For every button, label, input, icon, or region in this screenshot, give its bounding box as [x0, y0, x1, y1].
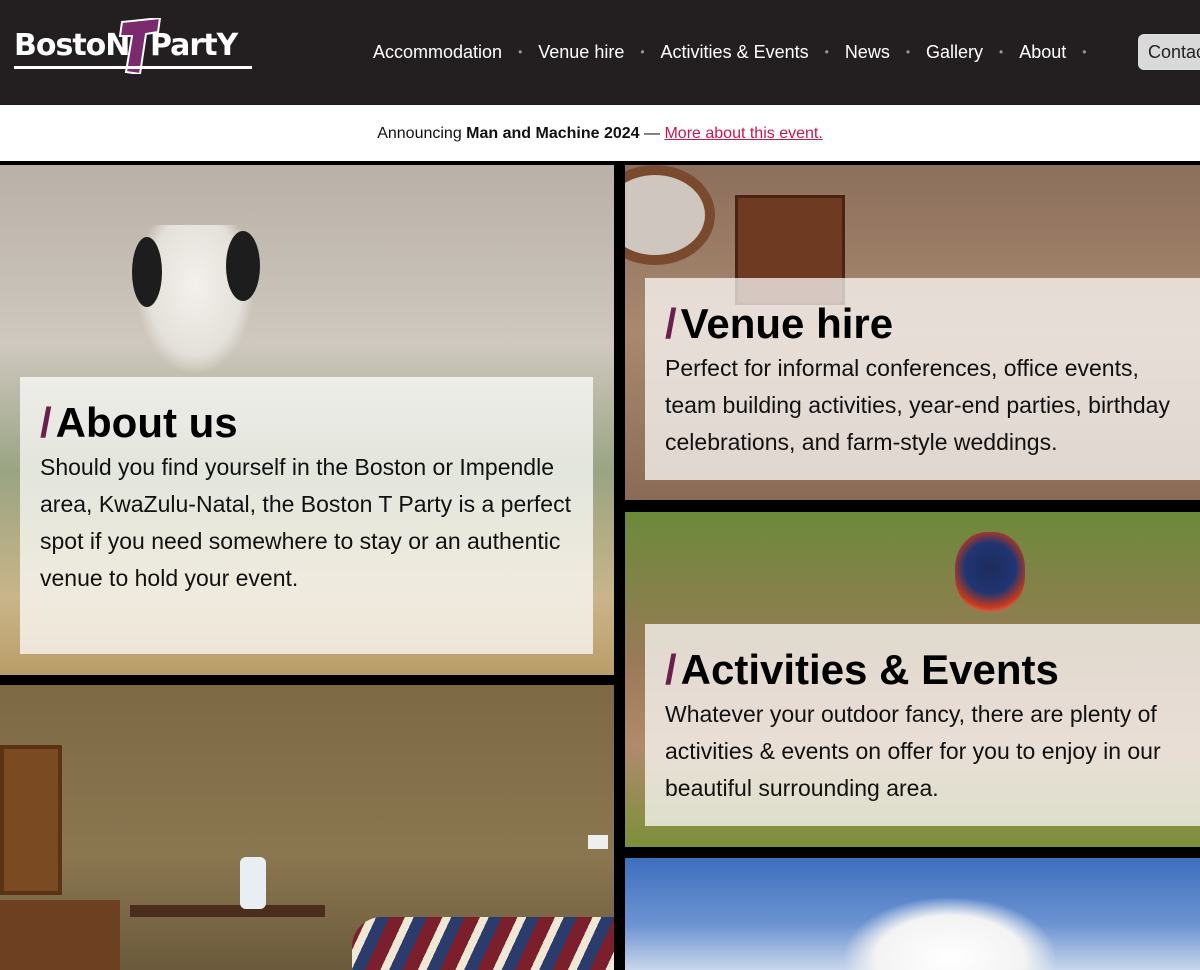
- tile-sky-image[interactable]: [625, 858, 1200, 970]
- about-title[interactable]: /About us: [40, 399, 573, 447]
- tile-about-us[interactable]: /About us Should you find yourself in th…: [0, 165, 614, 675]
- motocross-rider-image: [955, 532, 1025, 612]
- venue-title-text: Venue hire: [680, 300, 894, 347]
- logo-text-left: BostoN: [14, 28, 130, 63]
- tile-accommodation-room[interactable]: [0, 685, 614, 970]
- tile-activities-events[interactable]: /Activities & Events Whatever your outdo…: [625, 512, 1200, 847]
- about-text: Should you find yourself in the Boston o…: [40, 454, 571, 591]
- nav-separator: •: [999, 45, 1004, 59]
- round-mirror-image: [625, 165, 715, 265]
- logo-underline: [14, 66, 252, 69]
- dog-ear-left: [132, 237, 162, 307]
- announcement-prefix: Announcing: [377, 125, 462, 142]
- nav-gallery[interactable]: Gallery: [926, 42, 983, 63]
- venue-title[interactable]: /Venue hire: [665, 300, 1180, 348]
- about-title-text: About us: [55, 399, 238, 446]
- site-logo[interactable]: BostoN PartY: [14, 18, 254, 76]
- activities-text: Whatever your outdoor fancy, there are p…: [665, 701, 1161, 801]
- logo-text-right: PartY: [150, 28, 238, 63]
- nav-venue-hire[interactable]: Venue hire: [538, 42, 624, 63]
- kettle-image: [240, 857, 266, 909]
- announcement-dash: —: [644, 125, 661, 142]
- nav-separator: •: [1082, 45, 1087, 59]
- nav-separator: •: [640, 45, 645, 59]
- nav-accommodation[interactable]: Accommodation: [373, 42, 502, 63]
- dresser-image: [0, 900, 120, 970]
- nav-news[interactable]: News: [845, 42, 890, 63]
- cloud-image: [845, 898, 1055, 970]
- title-slash: /: [665, 646, 677, 693]
- announcement-bar: Announcing Man and Machine 2024 — More a…: [0, 105, 1200, 163]
- site-header: BostoN PartY Accommodation • Venue hire …: [0, 0, 1200, 105]
- activities-title-text: Activities & Events: [680, 646, 1059, 693]
- side-table-image: [130, 905, 325, 917]
- activities-caption: /Activities & Events Whatever your outdo…: [645, 624, 1200, 826]
- venue-text: Perfect for informal conferences, office…: [665, 355, 1170, 455]
- wall-plug-image: [588, 835, 608, 849]
- nav-about[interactable]: About: [1019, 42, 1066, 63]
- contact-button[interactable]: Contact: [1138, 34, 1200, 70]
- bed-image: [352, 917, 614, 970]
- tile-venue-hire[interactable]: /Venue hire Perfect for informal confere…: [625, 165, 1200, 500]
- nav-separator: •: [824, 45, 829, 59]
- dresser-mirror-image: [0, 745, 62, 895]
- title-slash: /: [665, 300, 677, 347]
- nav-activities-events[interactable]: Activities & Events: [661, 42, 809, 63]
- title-slash: /: [40, 399, 52, 446]
- activities-title[interactable]: /Activities & Events: [665, 646, 1180, 694]
- announcement-link[interactable]: More about this event.: [664, 125, 822, 142]
- announcement-event: Man and Machine 2024: [466, 125, 640, 142]
- nav-separator: •: [518, 45, 523, 59]
- venue-caption: /Venue hire Perfect for informal confere…: [645, 278, 1200, 480]
- dog-ear-right: [226, 231, 260, 301]
- nav-separator: •: [905, 45, 911, 59]
- main-nav: Accommodation • Venue hire • Activities …: [373, 38, 1103, 66]
- about-caption: /About us Should you find yourself in th…: [20, 377, 593, 654]
